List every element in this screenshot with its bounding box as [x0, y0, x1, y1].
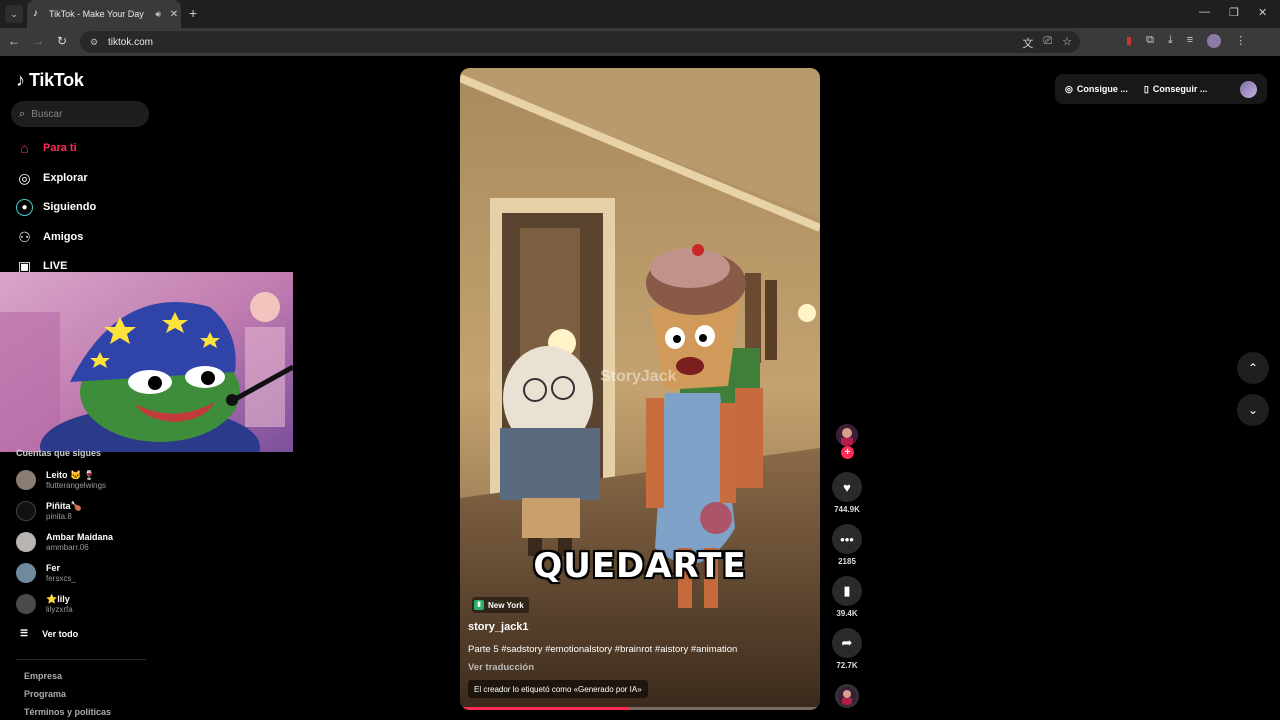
footer-link-programa[interactable]: Programa	[24, 689, 66, 699]
avatar	[16, 501, 36, 521]
bookmark-star-icon[interactable]: ☆	[1062, 35, 1072, 51]
chevron-up-icon: ⌃	[1247, 361, 1259, 375]
new-tab-button[interactable]: +	[189, 5, 197, 21]
back-button[interactable]: ←	[6, 34, 22, 48]
follow-button[interactable]: +	[841, 446, 854, 459]
extension-icon[interactable]: ▮	[1126, 34, 1132, 48]
restore-button[interactable]: ❐	[1229, 6, 1239, 19]
footer-link-empresa[interactable]: Empresa	[24, 671, 62, 681]
url-text: tiktok.com	[108, 36, 154, 48]
nav-amigos[interactable]: ⚇ Amigos	[16, 226, 83, 248]
get-app-button[interactable]: ▯ Conseguir ...	[1144, 84, 1207, 95]
video-frame-image	[460, 68, 820, 710]
avatar	[16, 563, 36, 583]
search-input[interactable]	[31, 108, 132, 120]
tiktok-logo[interactable]: ♪ TikTok	[16, 70, 84, 91]
avatar	[16, 470, 36, 490]
video-player[interactable]: StoryJack QUEDARTE ▮ New York story_jack…	[460, 68, 820, 710]
top-right-actions: ◎ Consigue ... ▯ Conseguir ...	[1055, 74, 1267, 104]
cast-icon[interactable]: ⎚	[1043, 35, 1052, 51]
share-action[interactable]: ➦ 72.7K	[830, 628, 864, 670]
ai-generated-label: El creador lo etiquetó como «Generado po…	[468, 680, 648, 698]
next-video-button[interactable]: ⌄	[1237, 394, 1269, 426]
nav-siguiendo[interactable]: ● Siguiendo	[16, 196, 96, 218]
address-bar[interactable]: ⚙ tiktok.com 文 ⎚ ☆	[80, 31, 1080, 53]
video-description: Parte 5 #sadstory #emotionalstory #brain…	[468, 644, 738, 655]
minimize-button[interactable]: —	[1199, 6, 1210, 18]
close-tab-icon[interactable]: ✕	[167, 9, 181, 20]
menu-kebab-icon[interactable]: ⋮	[1235, 34, 1246, 48]
footer-link-terminos[interactable]: Términos y políticas	[24, 707, 111, 717]
media-control-icon[interactable]: ≡	[1187, 34, 1193, 48]
compass-icon: ◎	[18, 169, 31, 186]
account-item[interactable]: Fer fersxcs_	[16, 563, 76, 583]
search-box[interactable]: ⌕	[11, 101, 149, 127]
divider	[16, 659, 146, 660]
comment-icon[interactable]: •••	[832, 524, 862, 554]
music-disc-icon[interactable]	[835, 684, 859, 708]
video-watermark: StoryJack	[600, 368, 677, 385]
browser-toolbar: ← → ↻ ⚙ tiktok.com 文 ⎚ ☆ ▮ ⧉ ⤓ ≡ ⋮	[0, 28, 1280, 56]
list-icon: ☰	[20, 628, 29, 638]
tiktok-note-icon: ♪	[16, 70, 25, 90]
tab-title: TikTok - Make Your Day	[49, 9, 144, 19]
following-icon: ●	[16, 198, 33, 216]
nav-para-ti[interactable]: ⌂ Para ti	[16, 137, 76, 159]
audio-playing-icon[interactable]: 🔊︎	[155, 9, 161, 20]
chevron-down-icon: ⌄	[1247, 403, 1259, 417]
reload-button[interactable]: ↻	[54, 34, 70, 48]
save-count: 39.4K	[836, 609, 858, 618]
account-item[interactable]: Ambar Maidana ammbarr.06	[16, 532, 113, 552]
video-caption-overlay: QUEDARTE	[533, 546, 747, 586]
see-translation-link[interactable]: Ver traducción	[468, 662, 534, 673]
phone-icon: ▯	[1143, 83, 1149, 94]
tiktok-page: ♪ TikTok ⌕ ⌂ Para ti ◎ Explorar ● Siguie…	[0, 56, 1280, 720]
friends-icon: ⚇	[18, 228, 31, 245]
bookmark-icon[interactable]: ▮	[832, 576, 862, 606]
streamer-overlay-image	[0, 272, 293, 452]
save-action[interactable]: ▮ 39.4K	[830, 576, 864, 618]
like-action[interactable]: ♥ 744.9K	[830, 472, 864, 514]
account-item[interactable]: ⭐lily lilyzxrfa	[16, 594, 73, 614]
close-window-button[interactable]: ✕	[1258, 6, 1267, 19]
home-icon: ⌂	[20, 140, 29, 156]
tab-search-button[interactable]: ⌄	[5, 5, 23, 23]
video-progress-bar[interactable]	[460, 707, 630, 710]
tiktok-favicon-icon: ♪	[33, 8, 38, 19]
site-info-icon[interactable]: ⚙	[88, 36, 100, 48]
user-avatar[interactable]	[1240, 80, 1257, 98]
translate-icon[interactable]: 文	[1022, 35, 1033, 51]
avatar	[16, 532, 36, 552]
account-item[interactable]: Piñita🍗 pinita.8	[16, 501, 82, 521]
location-icon: ▮	[474, 600, 484, 610]
avatar	[16, 594, 36, 614]
account-item[interactable]: Leito 🐱 🍷 flutterangelwings	[16, 470, 106, 490]
comment-count: 2185	[838, 557, 856, 566]
following-accounts-title: Cuentas que sigues	[16, 448, 102, 458]
download-icon[interactable]: ⤓	[1168, 34, 1173, 48]
video-author[interactable]: story_jack1	[468, 621, 529, 633]
profile-avatar[interactable]	[1207, 34, 1222, 48]
search-icon: ⌕	[19, 107, 26, 120]
heart-icon[interactable]: ♥	[832, 472, 862, 502]
previous-video-button[interactable]: ⌃	[1237, 352, 1269, 384]
nav-explorar[interactable]: ◎ Explorar	[16, 167, 87, 189]
share-icon[interactable]: ➦	[832, 628, 862, 658]
like-count: 744.9K	[834, 505, 860, 514]
get-coins-button[interactable]: ◎ Consigue ...	[1065, 84, 1128, 95]
coin-icon: ◎	[1065, 83, 1073, 94]
comment-action[interactable]: ••• 2185	[830, 524, 864, 566]
forward-button[interactable]: →	[30, 34, 46, 48]
creator-avatar[interactable]	[836, 424, 858, 446]
location-chip[interactable]: ▮ New York	[472, 597, 529, 613]
extensions-puzzle-icon[interactable]: ⧉	[1146, 34, 1154, 48]
share-count: 72.7K	[836, 661, 858, 670]
see-all-button[interactable]: ☰ Ver todo	[20, 628, 78, 639]
browser-tab-bar: ⌄ ♪ TikTok - Make Your Day 🔊︎ ✕ + — ❐ ✕	[0, 0, 1280, 28]
browser-tab[interactable]: ♪ TikTok - Make Your Day 🔊︎ ✕	[27, 0, 181, 28]
